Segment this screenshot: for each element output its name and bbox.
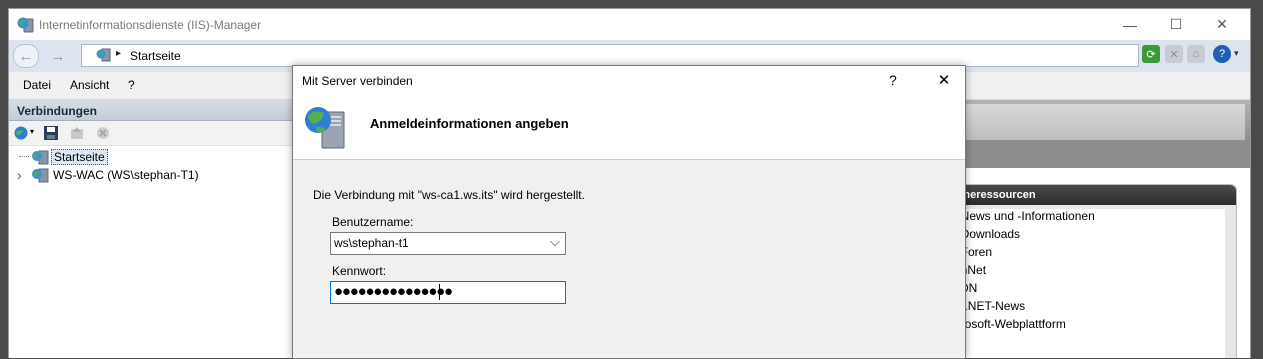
dialog-header: Anmeldeinformationen angeben xyxy=(293,96,965,160)
connect-to-server-dialog: Mit Server verbinden ? ✕ Anmeldeinformat… xyxy=(292,65,966,359)
dialog-body: Die Verbindung mit "ws-ca1.ws.its" wird … xyxy=(293,160,965,358)
refresh-icon[interactable]: ⟳ xyxy=(1142,45,1160,63)
minimize-button[interactable]: — xyxy=(1107,9,1153,40)
chevron-down-icon[interactable]: ⌵ xyxy=(550,234,560,250)
dialog-help-button[interactable]: ? xyxy=(889,72,897,88)
online-resources-box: Onlineressourcen IIS-News und -Informati… xyxy=(935,184,1237,358)
dialog-title: Mit Server verbinden xyxy=(302,74,413,88)
server-globe-large-icon xyxy=(305,107,345,149)
close-icon: ✕ xyxy=(1216,16,1228,32)
username-combobox[interactable]: ws\stephan-t1 ⌵ xyxy=(330,232,566,255)
maximize-icon: ☐ xyxy=(1169,16,1183,32)
maximize-button[interactable]: ☐ xyxy=(1153,9,1199,40)
dialog-heading: Anmeldeinformationen angeben xyxy=(370,116,569,131)
minimize-icon: — xyxy=(1123,16,1137,33)
breadcrumb-startseite[interactable]: Startseite xyxy=(130,49,181,63)
close-button[interactable]: ✕ xyxy=(1199,9,1245,40)
expand-chevron-icon[interactable]: › xyxy=(17,167,22,183)
server-globe-icon xyxy=(96,48,111,62)
up-level-icon[interactable] xyxy=(69,125,85,141)
home-server-icon xyxy=(32,150,49,165)
password-label: Kennwort: xyxy=(332,264,387,278)
help-dropdown-icon[interactable]: ▾ xyxy=(1234,48,1239,59)
password-mask: ●●●●●●●●●●●●●●● xyxy=(334,283,453,300)
connections-toolbar: ▾ xyxy=(9,121,294,146)
menu-datei[interactable]: Datei xyxy=(23,78,51,92)
username-label: Benutzername: xyxy=(332,215,414,229)
forward-button[interactable]: → xyxy=(45,44,71,68)
online-resources-header: Onlineressourcen xyxy=(936,185,1236,205)
connection-message: Die Verbindung mit "ws-ca1.ws.its" wird … xyxy=(313,188,585,202)
help-icon[interactable]: ? xyxy=(1213,45,1231,63)
connections-header: Verbindungen xyxy=(9,100,294,121)
online-resources-list: IIS-News und -Informationen IIS-Download… xyxy=(942,209,1225,358)
tree-item-server[interactable]: › WS-WAC (WS\stephan-T1) xyxy=(9,166,259,184)
back-arrow-icon: ← xyxy=(18,47,34,65)
menu-ansicht[interactable]: Ansicht xyxy=(70,78,109,92)
text-caret xyxy=(439,284,440,300)
connections-panel: Verbindungen ▾ Startseite › WS-WAC (WS\s… xyxy=(9,100,294,358)
title-bar: Internetinformationsdienste (IIS)-Manage… xyxy=(9,9,1250,40)
connect-globe-icon[interactable] xyxy=(13,125,29,141)
tree-label: Startseite xyxy=(51,149,108,165)
delete-connection-icon[interactable] xyxy=(95,125,111,141)
tree-label: WS-WAC (WS\stephan-T1) xyxy=(53,168,199,182)
breadcrumb-separator-icon: ▸ xyxy=(116,48,122,59)
home-icon[interactable]: ⌂ xyxy=(1187,45,1205,63)
tree-line xyxy=(19,156,29,157)
iis-app-icon xyxy=(17,17,34,33)
window-title: Internetinformationsdienste (IIS)-Manage… xyxy=(39,18,262,32)
menu-help[interactable]: ? xyxy=(128,78,135,92)
stop-icon[interactable]: ✕ xyxy=(1165,45,1183,63)
server-icon xyxy=(32,168,49,183)
forward-arrow-icon: → xyxy=(50,47,66,65)
save-icon[interactable] xyxy=(43,125,59,141)
back-button[interactable]: ← xyxy=(13,44,39,68)
close-icon: ✕ xyxy=(937,72,951,89)
username-value: ws\stephan-t1 xyxy=(334,236,409,250)
dialog-close-button[interactable]: ✕ xyxy=(929,69,959,91)
connect-dropdown-icon[interactable]: ▾ xyxy=(30,127,34,136)
tree-item-startseite[interactable]: Startseite xyxy=(9,148,209,166)
password-field[interactable]: ●●●●●●●●●●●●●●● xyxy=(330,281,566,304)
address-bar[interactable]: ▸ Startseite xyxy=(81,44,1139,67)
